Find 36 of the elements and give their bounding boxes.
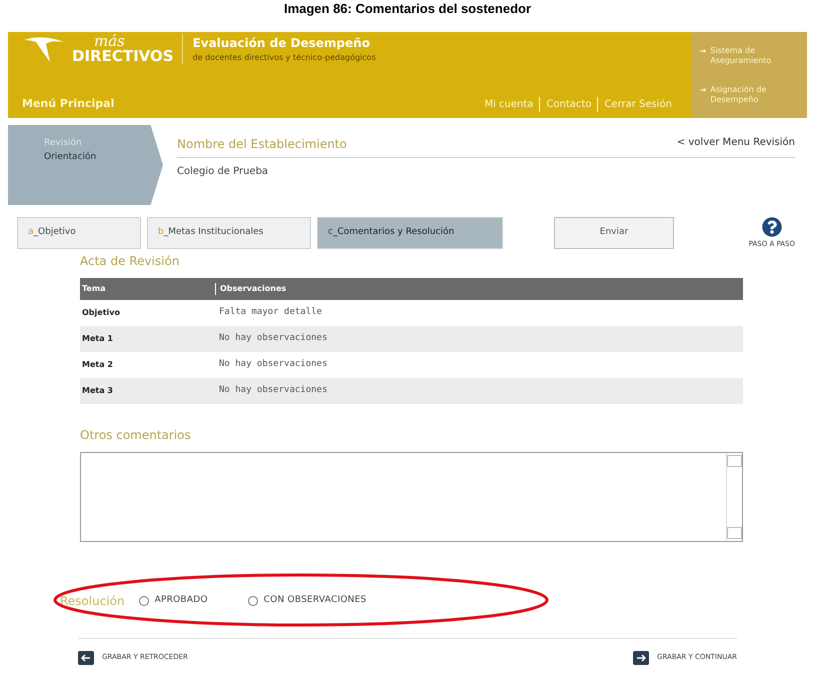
section-heading: Acta de Revisión (80, 252, 180, 270)
table-cell-text: No hay observaciones (218, 358, 328, 371)
table-cell-text: Meta 2 (81, 358, 114, 370)
step-tab[interactable]: a_Objetivo (17, 217, 141, 249)
column-header: Observaciones (215, 282, 286, 294)
radio-button[interactable] (248, 596, 258, 606)
caption: Imagen 86: Comentarios del sostenedor (282, 0, 532, 16)
right-arrow-icon (633, 650, 650, 664)
establishment-heading: Nombre del Establecimiento (177, 136, 347, 153)
table-cell-text: No hay observaciones (218, 384, 328, 397)
step-tab[interactable]: c_Comentarios y Resolución (317, 217, 503, 249)
step-label: Revisión (44, 137, 83, 150)
app-title: Evaluación de Desempeño (192, 35, 371, 52)
resolution-label: Resolución (60, 592, 125, 610)
arrow-icon (700, 86, 706, 92)
app-subtitle: de docentes directivos y técnico-pedagógicos (192, 52, 376, 64)
help-icon[interactable] (762, 217, 782, 237)
table-cell-text: Objetivo (81, 306, 121, 318)
radio-button[interactable] (138, 596, 149, 606)
send-button[interactable]: Enviar (554, 217, 674, 249)
table-cell-text: Falta mayor detalle (218, 306, 322, 319)
table-cell-text: Meta 1 (81, 332, 114, 344)
section-heading: Otros comentarios (80, 426, 192, 444)
left-arrow-icon (78, 650, 94, 664)
logo-small-text: más (94, 34, 125, 49)
column-header: Tema (81, 282, 107, 294)
radio-label: CON OBSERVACIONES (264, 594, 366, 607)
step-current: Orientación (44, 150, 98, 164)
table-cell-text: Meta 3 (81, 384, 114, 396)
table-cell-text: No hay observaciones (218, 332, 328, 345)
step-tab[interactable]: b_Metas Institucionales (147, 217, 311, 249)
school-name: Colegio de Prueba (177, 165, 270, 179)
logo-text: DIRECTIVOS (72, 49, 174, 64)
radio-label: APROBADO (154, 594, 208, 607)
back-link[interactable]: < volver Menu Revisión (676, 135, 795, 153)
arrow-icon (700, 48, 706, 54)
